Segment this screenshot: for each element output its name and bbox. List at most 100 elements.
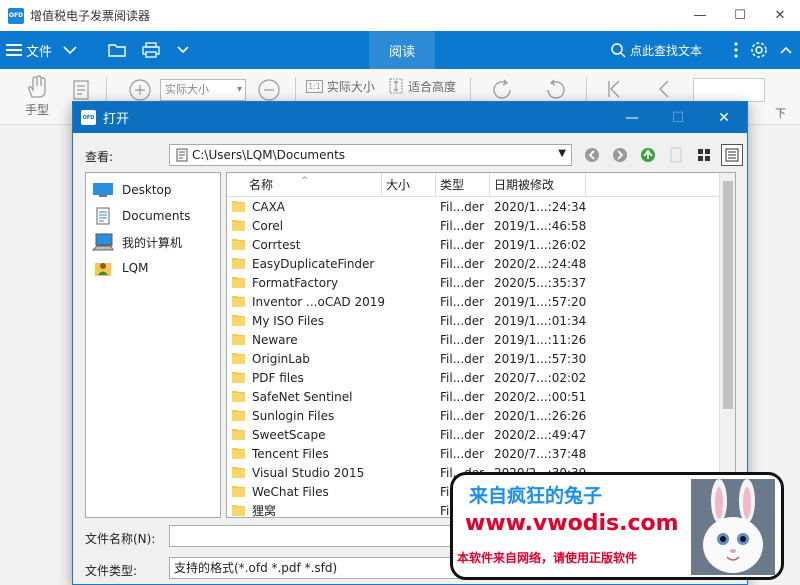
zoom-out-icon	[258, 79, 280, 101]
zoom-combo[interactable]: 实际大小	[160, 79, 246, 101]
folder-icon	[232, 391, 245, 402]
maximize-icon[interactable]: ☐	[720, 0, 760, 31]
look-in-label: 查看:	[85, 150, 114, 164]
forward-button[interactable]	[609, 144, 631, 166]
new-folder-button[interactable]	[665, 144, 687, 166]
file-type: Fil...der	[440, 237, 485, 252]
zoom-out-button[interactable]	[257, 78, 281, 102]
file-type: Fil...der	[440, 332, 485, 347]
column-header-name[interactable]: 名称 ^	[227, 173, 382, 197]
close-icon[interactable]: ✕	[760, 0, 800, 31]
minimize-icon[interactable]: —	[680, 0, 720, 31]
page-number-input[interactable]	[693, 78, 765, 102]
file-row[interactable]: Tencent Files Fil...der 2020/7...:37:48	[227, 444, 719, 463]
minimize-icon[interactable]: —	[609, 102, 655, 133]
file-row[interactable]: EasyDuplicateFinder Fil...der 2020/2...:24…	[227, 254, 719, 273]
column-header-modified[interactable]: 日期被修改	[490, 173, 586, 197]
gear-icon[interactable]	[750, 41, 768, 59]
sidebar-item-label: 我的计算机	[122, 235, 183, 250]
parent-folder-button[interactable]	[637, 144, 659, 166]
file-date: 2020/7...:02:02	[494, 370, 587, 385]
actual-size-button[interactable]: 1:1 实际大小	[306, 78, 375, 95]
rotate-cw-button[interactable]	[489, 77, 515, 103]
file-row[interactable]: CAXA Fil...der 2020/1...:24:34	[227, 197, 719, 216]
toolbar-separator	[106, 77, 107, 103]
new-folder-icon	[670, 147, 682, 163]
file-row[interactable]: Inventor ...oCAD 2019 Fil...der 2019/1...:…	[227, 292, 719, 311]
icon-view-button[interactable]	[693, 144, 715, 166]
tab-reading[interactable]: 阅读	[369, 31, 435, 69]
first-page-button[interactable]	[606, 79, 622, 99]
file-date: 2019/1...:57:20	[494, 294, 587, 309]
search-box[interactable]: 点此查找文本	[610, 31, 702, 69]
sidebar-item-label: Desktop	[122, 183, 172, 197]
look-in-combo[interactable]: C:\Users\LQM\Documents ▼	[169, 144, 572, 166]
file-row[interactable]: PDF files Fil...der 2020/7...:02:02	[227, 368, 719, 387]
detail-view-button[interactable]	[721, 144, 743, 166]
close-icon[interactable]: ✕	[701, 102, 747, 133]
toolbar-separator	[470, 77, 471, 103]
file-date: 2020/2...:49:47	[494, 427, 587, 442]
file-row[interactable]: Corrtest Fil...der 2019/1...:26:02	[227, 235, 719, 254]
scrollbar-thumb[interactable]	[723, 181, 733, 409]
prev-page-icon	[659, 80, 669, 98]
text-select-button[interactable]	[72, 79, 94, 101]
file-name: SafeNet Sentinel	[252, 389, 353, 404]
file-row[interactable]: Sunlogin Files Fil...der 2020/1...:26:26	[227, 406, 719, 425]
hand-tool-button[interactable]: 手型	[24, 75, 50, 118]
look-in-path: C:\Users\LQM\Documents	[192, 148, 346, 162]
dialog-logo-icon: OFD	[81, 110, 96, 125]
rotate-ccw-button[interactable]	[543, 77, 569, 103]
chevron-up-icon[interactable]	[780, 46, 792, 54]
back-button[interactable]	[581, 144, 603, 166]
menu-right-icons	[734, 31, 792, 69]
sidebar-item-documents[interactable]: Documents	[86, 203, 220, 229]
file-name: WeChat Files	[252, 484, 329, 499]
open-folder-button[interactable]	[102, 31, 136, 69]
file-row[interactable]: My ISO Files Fil...der 2019/1...:01:34	[227, 311, 719, 330]
file-list-scrollbar[interactable]	[719, 173, 735, 517]
file-date: 2019/1...:11:26	[494, 332, 587, 347]
file-row[interactable]: FormatFactory Fil...der 2020/5...:35:37	[227, 273, 719, 292]
sidebar-item-user[interactable]: LQM	[86, 255, 220, 281]
file-menu[interactable]: 文件	[0, 31, 90, 69]
file-row[interactable]: SweetScape Fil...der 2020/2...:49:47	[227, 425, 719, 444]
text-select-icon	[73, 80, 89, 100]
fit-height-label: 适合高度	[408, 79, 457, 94]
actual-size-label: 实际大小	[326, 80, 375, 94]
file-name: 狸窝	[252, 504, 277, 518]
folder-icon	[232, 429, 245, 440]
file-date: 2019/1...:01:34	[494, 313, 587, 328]
file-type: Fil...der	[440, 408, 485, 423]
file-row[interactable]: Neware Fil...der 2019/1...:11:26	[227, 330, 719, 349]
file-row[interactable]: Corel Fil...der 2019/1...:46:58	[227, 216, 719, 235]
up-arrow-icon	[641, 148, 655, 162]
file-rows: CAXA Fil...der 2020/1...:24:34 Corel Fil...d…	[227, 197, 719, 518]
computer-icon	[92, 233, 114, 251]
sidebar-item-label: Documents	[122, 209, 191, 223]
toolbar-separator	[586, 77, 587, 103]
file-row[interactable]: OriginLab Fil...der 2019/1...:57:30	[227, 349, 719, 368]
search-icon	[611, 43, 626, 58]
sidebar-item-desktop[interactable]: Desktop	[86, 177, 220, 203]
file-name: Corel	[252, 218, 284, 233]
file-type: Fil...der	[440, 351, 485, 366]
maximize-icon[interactable]: ☐	[655, 102, 701, 133]
sidebar-item-computer[interactable]: 我的计算机	[86, 229, 220, 255]
folder-icon	[232, 353, 245, 364]
places-sidebar: Desktop Documents 我的计算机 LQM	[85, 172, 221, 518]
more-vertical-icon[interactable]	[734, 42, 738, 58]
quick-access-dropdown[interactable]	[170, 31, 200, 69]
column-header-size[interactable]: 大小	[382, 173, 436, 197]
zoom-in-button[interactable]	[128, 78, 152, 102]
folder-icon	[232, 372, 245, 383]
fit-height-button[interactable]: 适合高度	[388, 77, 456, 95]
user-icon	[92, 259, 114, 277]
print-button[interactable]	[136, 31, 170, 69]
sidebar-item-label: LQM	[122, 261, 149, 275]
prev-page-button[interactable]	[656, 79, 670, 99]
app-title: 增值税电子发票阅读器	[30, 9, 151, 23]
file-row[interactable]: SafeNet Sentinel Fil...der 2020/2...:00:51	[227, 387, 719, 406]
file-type: Fil...der	[440, 275, 485, 290]
column-header-type[interactable]: 类型	[436, 173, 490, 197]
